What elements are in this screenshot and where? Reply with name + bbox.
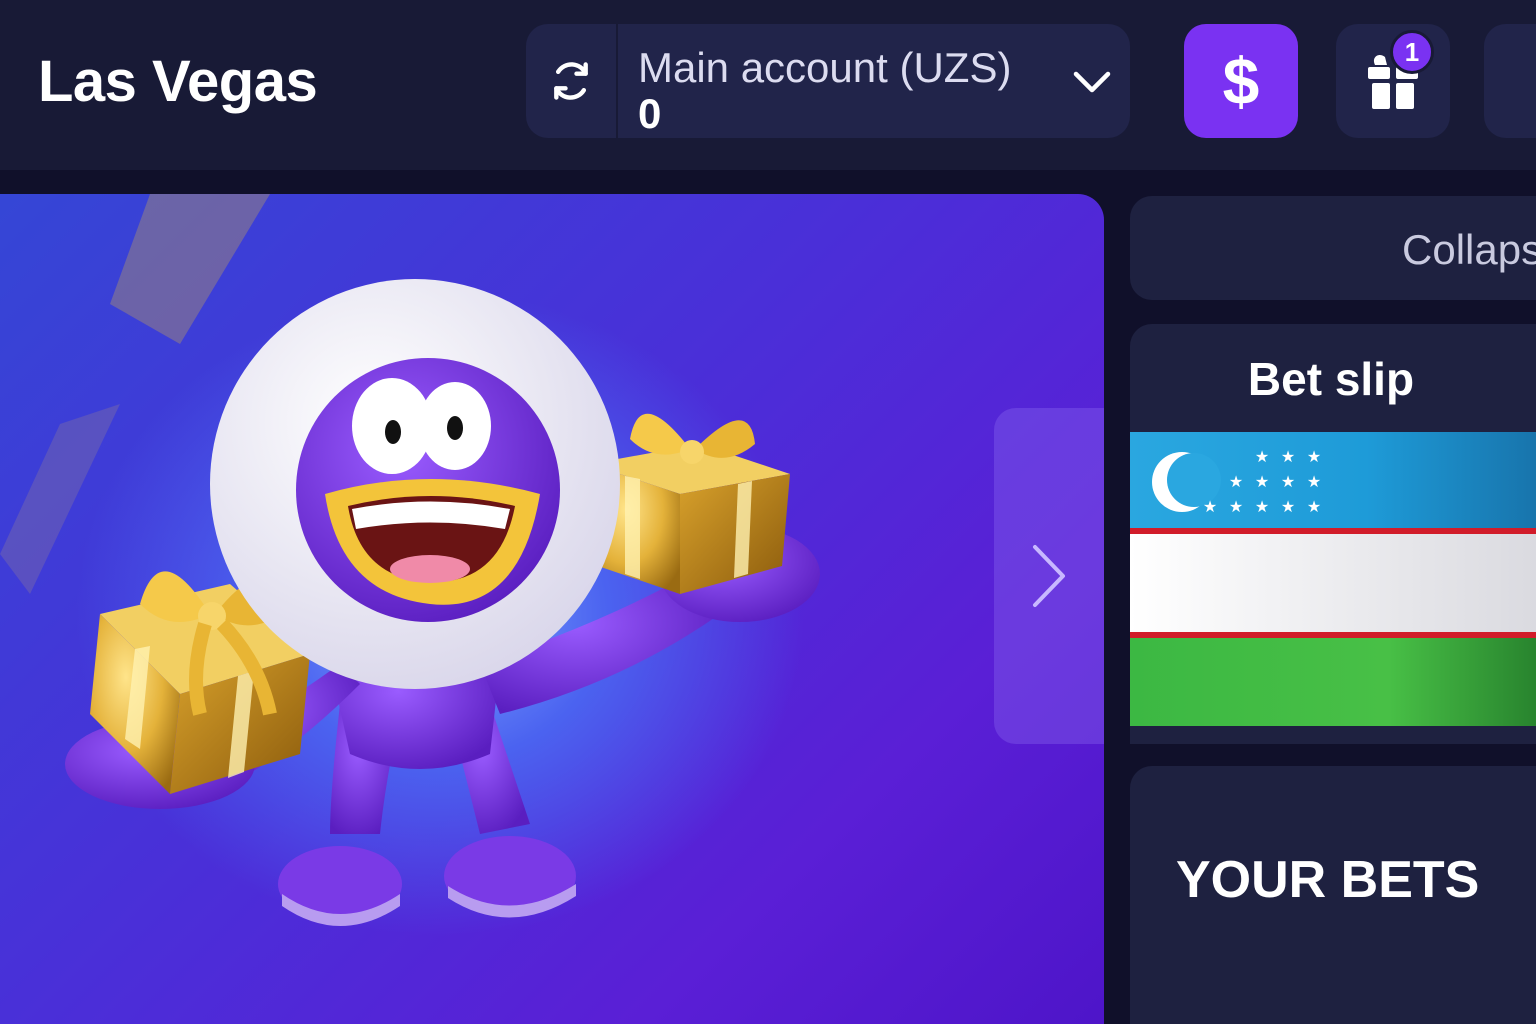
svg-text:★: ★ [1281, 497, 1295, 516]
refresh-icon [554, 62, 588, 100]
svg-text:★: ★ [1255, 472, 1269, 491]
account-name: Main account (UZS) [638, 44, 1012, 91]
svg-text:★: ★ [1307, 497, 1321, 516]
refresh-balance-button[interactable] [526, 24, 618, 138]
svg-text:★: ★ [1281, 447, 1295, 466]
header-more-button[interactable] [1484, 24, 1536, 138]
collapse-label: Collaps [1402, 226, 1536, 273]
account-dropdown-toggle[interactable] [1070, 60, 1114, 104]
svg-text:★: ★ [1255, 497, 1269, 516]
account-balance: 0 [638, 90, 662, 137]
svg-text:★: ★ [1307, 472, 1321, 491]
svg-text:★: ★ [1203, 497, 1217, 516]
svg-text:★: ★ [1229, 497, 1243, 516]
svg-text:★: ★ [1255, 447, 1269, 466]
site-title[interactable]: Las Vegas [38, 48, 318, 115]
svg-text:★: ★ [1307, 447, 1321, 466]
svg-text:★: ★ [1229, 472, 1243, 491]
uzbekistan-flag-image: ★ ★ ★ ★ ★ ★ ★ ★ ★ ★ ★ ★ [1130, 432, 1536, 726]
svg-text:★: ★ [1281, 472, 1295, 491]
deposit-button[interactable]: $ [1184, 24, 1298, 138]
your-bets-panel: YOUR BETS [1130, 766, 1536, 1024]
chevron-right-icon [1033, 545, 1065, 607]
collapse-panel-button[interactable]: Collaps [1130, 196, 1536, 300]
account-selector[interactable]: Main account (UZS) 0 [526, 24, 1130, 138]
mascot-illustration [0, 194, 820, 926]
banner-next-button[interactable] [994, 408, 1104, 744]
top-header: Las Vegas Main account (UZS) 0 $ 1 [0, 0, 1536, 170]
promo-banner[interactable] [0, 194, 1104, 1024]
gift-count-badge: 1 [1390, 30, 1434, 74]
bet-slip-title: Bet slip [1247, 353, 1415, 405]
bet-slip-panel: Bet slip ★ ★ ★ ★ ★ ★ ★ ★ ★ ★ ★ ★ [1130, 324, 1536, 744]
chevron-down-icon [1073, 71, 1111, 93]
your-bets-title: YOUR BETS [1176, 851, 1480, 909]
